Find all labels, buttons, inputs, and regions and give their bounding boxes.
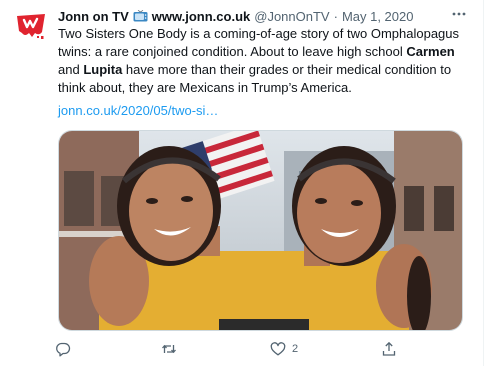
reply-button[interactable] bbox=[55, 340, 77, 358]
tweet-text-part2: and bbox=[58, 62, 84, 77]
like-button[interactable]: 2 bbox=[270, 340, 298, 358]
timestamp[interactable]: May 1, 2020 bbox=[342, 9, 414, 24]
tweet-text-name1: Carmen bbox=[406, 44, 455, 59]
tweet-text-name2: Lupita bbox=[83, 62, 123, 77]
tweet-text: Two Sisters One Body is a coming-of-age … bbox=[58, 25, 463, 97]
like-count: 2 bbox=[292, 343, 299, 355]
tweet-card[interactable]: Jonn on TV www.jonn.co.uk @JonnOnTV · Ma… bbox=[0, 0, 484, 366]
more-button[interactable] bbox=[449, 6, 469, 24]
tweet-image[interactable] bbox=[58, 130, 463, 331]
avatar[interactable] bbox=[12, 6, 52, 46]
separator: · bbox=[333, 8, 338, 24]
handle[interactable]: @JonnOnTV bbox=[254, 9, 329, 24]
heart-icon bbox=[270, 342, 286, 356]
reply-icon bbox=[56, 342, 71, 357]
jonn-logo-icon bbox=[17, 14, 45, 39]
retweet-icon bbox=[162, 344, 176, 354]
more-icon bbox=[452, 12, 466, 16]
tweet-link[interactable]: jonn.co.uk/2020/05/two-si… bbox=[58, 103, 218, 118]
tweet-text-part1: Two Sisters One Body is a coming-of-age … bbox=[58, 26, 460, 59]
share-button[interactable] bbox=[381, 340, 397, 358]
display-name-website: www.jonn.co.uk bbox=[151, 8, 251, 24]
tv-emoji-icon bbox=[133, 10, 148, 22]
twins-photo bbox=[59, 131, 462, 330]
action-bar: 2 bbox=[0, 340, 484, 360]
display-name[interactable]: Jonn on TV bbox=[58, 9, 129, 24]
retweet-button[interactable] bbox=[161, 340, 183, 358]
tweet-header: Jonn on TV www.jonn.co.uk @JonnOnTV · Ma… bbox=[58, 7, 448, 25]
share-icon bbox=[382, 341, 396, 356]
